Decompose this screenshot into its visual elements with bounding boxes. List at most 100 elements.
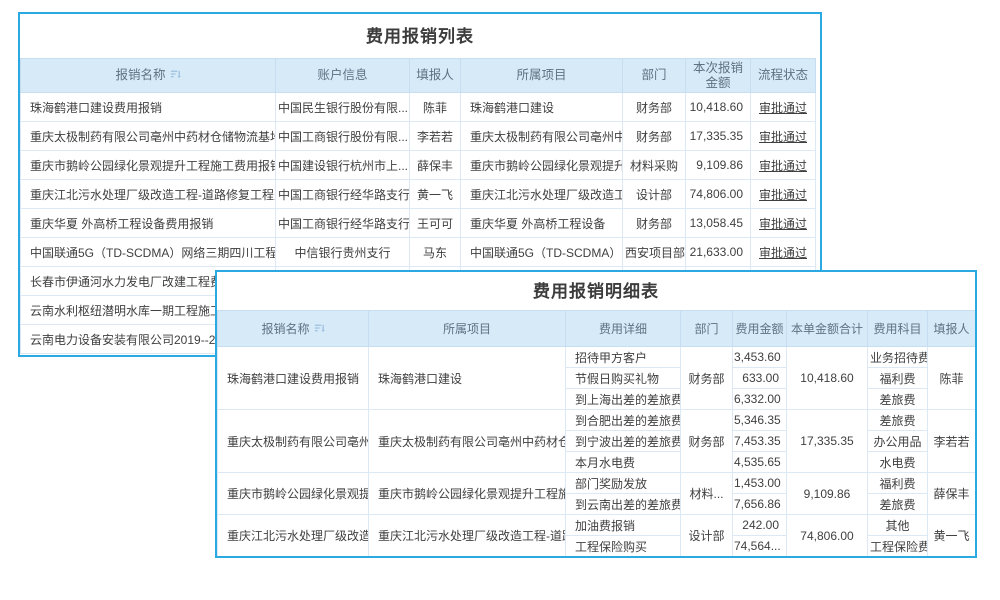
- expense-category: 其他: [868, 515, 928, 536]
- expense-list-row: 中国联通5G（TD-SCDMA）网络三期四川工程费...中信银行贵州支行马东中国…: [21, 238, 816, 267]
- status-link[interactable]: 审批通过: [751, 93, 816, 122]
- status-link[interactable]: 审批通过: [751, 151, 816, 180]
- account-info: 中信银行贵州支行: [276, 238, 410, 267]
- list-header-account: 账户信息: [276, 59, 410, 93]
- detail-project-link[interactable]: 重庆市鹅岭公园绿化景观提升工程施工: [369, 473, 566, 515]
- expense-item: 加油费报销: [566, 515, 681, 536]
- detail-reporter-link[interactable]: 黄一飞: [928, 515, 976, 557]
- detail-reporter-link[interactable]: 陈菲: [928, 347, 976, 410]
- expense-detail-window: 费用报销明细表 报销名称所属项目费用详细部门费用金额本单金额合计费用科目填报人 …: [215, 270, 977, 558]
- list-header-label-name: 报销名称: [115, 68, 165, 82]
- project-link[interactable]: 中国联通5G（TD-SCDMA）网...: [461, 238, 623, 267]
- department: 财务部: [623, 122, 686, 151]
- detail-project-link[interactable]: 珠海鹤港口建设: [369, 347, 566, 410]
- expense-name-link[interactable]: 珠海鹤港口建设费用报销: [21, 93, 276, 122]
- expense-category: 福利费: [868, 368, 928, 389]
- account-info: 中国建设银行杭州市上...: [276, 151, 410, 180]
- project-link[interactable]: 重庆江北污水处理厂级改造工...: [461, 180, 623, 209]
- reporter-link[interactable]: 黄一飞: [410, 180, 461, 209]
- expense-detail-row: 重庆市鹅岭公园绿化景观提升工程施工费用报销重庆市鹅岭公园绿化景观提升工程施工部门…: [218, 473, 976, 494]
- item-amount: 633.00: [733, 368, 787, 389]
- reporter-link[interactable]: 王可可: [410, 209, 461, 238]
- detail-name-link[interactable]: 珠海鹤港口建设费用报销: [218, 347, 369, 410]
- list-header-name[interactable]: 报销名称: [21, 59, 276, 93]
- detail-header-label-project: 所属项目: [443, 322, 491, 336]
- status-link[interactable]: 审批通过: [751, 238, 816, 267]
- expense-item: 节假日购买礼物: [566, 368, 681, 389]
- detail-department: 设计部: [681, 515, 733, 557]
- detail-department: 财务部: [681, 410, 733, 473]
- project-link[interactable]: 重庆市鹅岭公园绿化景观提升...: [461, 151, 623, 180]
- expense-item: 工程保险购买: [566, 536, 681, 557]
- expense-name-link[interactable]: 重庆太极制药有限公司亳州中药材仓储物流基地项...: [21, 122, 276, 151]
- expense-item: 到云南出差的差旅费: [566, 494, 681, 515]
- detail-header-label-category: 费用科目: [873, 322, 921, 336]
- expense-detail-row: 重庆太极制药有限公司亳州中药材仓储物流基地项目重庆太极制药有限公司亳州中药材仓储…: [218, 410, 976, 431]
- detail-reporter-link[interactable]: 李若若: [928, 410, 976, 473]
- project-link[interactable]: 珠海鹤港口建设: [461, 93, 623, 122]
- list-header-label-status: 流程状态: [758, 68, 808, 82]
- expense-item: 到合肥出差的差旅费: [566, 410, 681, 431]
- detail-department: 材料...: [681, 473, 733, 515]
- list-header-status: 流程状态: [751, 59, 816, 93]
- status-link[interactable]: 审批通过: [751, 180, 816, 209]
- expense-category: 福利费: [868, 473, 928, 494]
- sort-icon[interactable]: [314, 323, 325, 334]
- detail-name-link[interactable]: 重庆江北污水处理厂级改造工程-道路修复工程费用报销: [218, 515, 369, 557]
- expense-detail-table: 报销名称所属项目费用详细部门费用金额本单金额合计费用科目填报人 珠海鹤港口建设费…: [217, 310, 976, 557]
- claim-amount: 21,633.00: [686, 238, 751, 267]
- detail-project-link[interactable]: 重庆江北污水处理厂级改造工程-道路修复工程: [369, 515, 566, 557]
- expense-category: 差旅费: [868, 389, 928, 410]
- expense-detail-row: 珠海鹤港口建设费用报销珠海鹤港口建设招待甲方客户财务部3,453.6010,41…: [218, 347, 976, 368]
- department: 材料采购: [623, 151, 686, 180]
- expense-name-link[interactable]: 中国联通5G（TD-SCDMA）网络三期四川工程费...: [21, 238, 276, 267]
- bill-total-amount: 10,418.60: [787, 347, 868, 410]
- status-link[interactable]: 审批通过: [751, 122, 816, 151]
- department: 财务部: [623, 93, 686, 122]
- project-link[interactable]: 重庆华夏 外高桥工程设备: [461, 209, 623, 238]
- expense-list-header: 报销名称账户信息填报人所属项目部门本次报销金额流程状态: [21, 59, 816, 93]
- item-amount: 1,453.00: [733, 473, 787, 494]
- item-amount: 7,453.35: [733, 431, 787, 452]
- detail-header-name[interactable]: 报销名称: [218, 311, 369, 347]
- detail-name-link[interactable]: 重庆太极制药有限公司亳州中药材仓储物流基地项目: [218, 410, 369, 473]
- expense-name-link[interactable]: 重庆华夏 外高桥工程设备费用报销: [21, 209, 276, 238]
- expense-item: 本月水电费: [566, 452, 681, 473]
- list-header-amount: 本次报销金额: [686, 59, 751, 93]
- claim-amount: 10,418.60: [686, 93, 751, 122]
- reporter-link[interactable]: 李若若: [410, 122, 461, 151]
- detail-project-link[interactable]: 重庆太极制药有限公司亳州中药材仓储物流基地: [369, 410, 566, 473]
- list-header-label-account: 账户信息: [317, 68, 367, 82]
- expense-category: 差旅费: [868, 494, 928, 515]
- expense-name-link[interactable]: 重庆市鹅岭公园绿化景观提升工程施工费用报销: [21, 151, 276, 180]
- expense-category: 差旅费: [868, 410, 928, 431]
- project-link[interactable]: 重庆太极制药有限公司亳州中...: [461, 122, 623, 151]
- detail-header-project: 所属项目: [369, 311, 566, 347]
- expense-name-link[interactable]: 重庆江北污水处理厂级改造工程-道路修复工程费用...: [21, 180, 276, 209]
- expense-category: 水电费: [868, 452, 928, 473]
- item-amount: 4,535.65: [733, 452, 787, 473]
- reporter-link[interactable]: 马东: [410, 238, 461, 267]
- department: 设计部: [623, 180, 686, 209]
- expense-category: 工程保险费: [868, 536, 928, 557]
- reporter-link[interactable]: 陈菲: [410, 93, 461, 122]
- expense-list-title: 费用报销列表: [20, 14, 820, 58]
- reporter-link[interactable]: 薛保丰: [410, 151, 461, 180]
- detail-reporter-link[interactable]: 薛保丰: [928, 473, 976, 515]
- expense-item: 部门奖励发放: [566, 473, 681, 494]
- sort-icon[interactable]: [170, 69, 181, 80]
- detail-header-label-amount: 费用金额: [735, 322, 783, 336]
- status-link[interactable]: 审批通过: [751, 209, 816, 238]
- item-amount: 3,453.60: [733, 347, 787, 368]
- department: 财务部: [623, 209, 686, 238]
- expense-list-row: 珠海鹤港口建设费用报销中国民生银行股份有限...陈菲珠海鹤港口建设财务部10,4…: [21, 93, 816, 122]
- detail-header-label-detail: 费用详细: [599, 322, 647, 336]
- bill-total-amount: 9,109.86: [787, 473, 868, 515]
- item-amount: 74,564...: [733, 536, 787, 557]
- detail-header-detail: 费用详细: [566, 311, 681, 347]
- detail-header-total: 本单金额合计: [787, 311, 868, 347]
- claim-amount: 9,109.86: [686, 151, 751, 180]
- account-info: 中国工商银行经华路支行: [276, 209, 410, 238]
- item-amount: 6,332.00: [733, 389, 787, 410]
- detail-name-link[interactable]: 重庆市鹅岭公园绿化景观提升工程施工费用报销: [218, 473, 369, 515]
